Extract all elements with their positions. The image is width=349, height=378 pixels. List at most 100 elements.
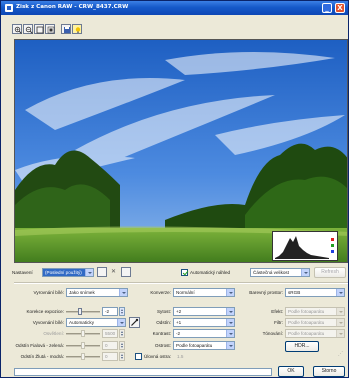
cancel-button[interactable]: Storno [313, 366, 345, 377]
white-point-value: Automaticky [69, 320, 95, 325]
blue-yellow-label: Odstín Žlutá - modrá: [20, 354, 64, 359]
exposure-slider[interactable] [66, 307, 100, 316]
fit-icon[interactable] [34, 24, 44, 34]
effect-select[interactable]: Podle fotoaparátu [285, 307, 345, 316]
chevron-down-icon [336, 289, 344, 296]
linear-sharpen-checkbox[interactable] [135, 353, 142, 360]
preview-image[interactable] [14, 39, 348, 263]
chevron-down-icon [226, 342, 234, 349]
actual-size-icon[interactable] [45, 24, 55, 34]
toning-label: Tónování: [262, 331, 283, 336]
filter-label: Filtr: [274, 320, 283, 325]
chevron-down-icon [226, 330, 234, 337]
chevron-down-icon [85, 269, 93, 276]
brightness-stepper[interactable] [119, 329, 125, 338]
effect-label: Efekt: [271, 309, 283, 314]
close-button[interactable]: X [335, 3, 345, 13]
zoom-in-icon[interactable] [12, 24, 22, 34]
slider-thumb[interactable] [81, 342, 85, 349]
divider [14, 282, 348, 284]
resize-grip-icon[interactable]: ⋰ [338, 351, 343, 357]
histogram [272, 231, 338, 261]
zoom-out-icon[interactable] [23, 24, 33, 34]
ok-button[interactable]: OK [278, 366, 304, 377]
sharpness-label: Ostrost: [154, 343, 171, 348]
effect-value: Podle fotoaparátu [288, 309, 325, 314]
save-preset-icon[interactable] [97, 267, 107, 277]
red-green-stepper[interactable] [119, 341, 125, 350]
chevron-down-icon [226, 289, 234, 296]
app-icon [5, 4, 13, 12]
white-point-select[interactable]: Automaticky [66, 318, 126, 327]
tone-label: Kontrast: [152, 331, 171, 336]
white-balance-select[interactable]: Jako snímek [66, 288, 128, 297]
saturation-value: +2 [176, 309, 182, 314]
red-green-label: Odstín Fialová - zelená: [15, 343, 64, 348]
exposure-field[interactable]: -2 [102, 307, 118, 316]
red-green-field[interactable]: 0 [102, 341, 118, 350]
color-space-select[interactable]: sRGB [285, 288, 345, 297]
toning-value: Podle fotoaparátu [288, 331, 325, 336]
brightness-label: Osvětlení: [43, 331, 64, 336]
color-space-label: Barevný prostor: [249, 290, 283, 295]
blue-yellow-stepper[interactable] [119, 352, 125, 361]
conversion-label: Konverze: [150, 290, 171, 295]
linear-sharpen-value: 1.5 [177, 354, 184, 359]
blue-yellow-slider[interactable] [66, 352, 100, 361]
slider-thumb[interactable] [81, 353, 85, 360]
red-green-slider[interactable] [66, 341, 100, 350]
preset-select[interactable]: (Poslední použitý) [42, 268, 94, 277]
chevron-down-icon [226, 308, 234, 315]
contrast-value: +1 [176, 320, 182, 325]
chevron-down-icon [336, 319, 344, 326]
light-icon[interactable] [72, 24, 82, 34]
contrast-select[interactable]: +1 [173, 318, 235, 327]
brightness-field[interactable]: 5500 [102, 329, 118, 338]
conversion-select[interactable]: Normální [173, 288, 235, 297]
preset-value: (Poslední použitý) [45, 270, 82, 275]
slider-thumb[interactable] [81, 330, 85, 337]
saturation-label: Sytost: [156, 309, 171, 314]
chevron-down-icon [117, 319, 125, 326]
minimize-button[interactable]: _ [322, 3, 332, 13]
tone-select[interactable]: -2 [173, 329, 235, 338]
save-icon[interactable] [61, 24, 71, 34]
preset-label: Nastavení [12, 270, 33, 275]
raw-import-window: Zisk z Canon RAW - CRW_8437.CRW _ X Nast… [0, 0, 349, 378]
toning-select[interactable]: Podle fotoaparátu [285, 329, 345, 338]
filter-select[interactable]: Podle fotoaparátu [285, 318, 345, 327]
exposure-stepper[interactable] [119, 307, 125, 316]
preview-size-value: Částečná velikost [253, 270, 290, 275]
delete-preset-icon[interactable]: ✕ [111, 268, 116, 275]
contrast-label: Odstín: [156, 320, 171, 325]
chevron-down-icon [336, 308, 344, 315]
tone-value: -2 [176, 331, 181, 336]
chevron-down-icon [226, 319, 234, 326]
filter-value: Podle fotoaparátu [288, 320, 325, 325]
chevron-down-icon [119, 289, 127, 296]
hdr-button[interactable]: HDR... [285, 341, 319, 352]
brightness-slider[interactable] [66, 329, 100, 338]
auto-preview-label: Automatický náhled [190, 270, 231, 275]
refresh-button[interactable]: Refresh [314, 267, 346, 278]
color-space-value: sRGB [288, 290, 301, 295]
saturation-select[interactable]: +2 [173, 307, 235, 316]
chevron-down-icon [336, 330, 344, 337]
linear-sharpen-label: Úlovná ostra: [144, 354, 172, 359]
blue-yellow-field[interactable]: 0 [102, 352, 118, 361]
load-preset-icon[interactable] [121, 267, 131, 277]
white-point-label: Vyvovnání bílé: [32, 320, 64, 325]
conversion-value: Normální [176, 290, 195, 295]
auto-preview-checkbox[interactable] [181, 269, 188, 276]
sharpness-select[interactable]: Podle fotoaparátu [173, 341, 235, 350]
white-balance-value: Jako snímek [69, 290, 95, 295]
sharpness-value: Podle fotoaparátu [176, 343, 213, 348]
exposure-label: Korekce expozice: [26, 309, 64, 314]
white-balance-label: Vyrovnání bílé: [33, 290, 64, 295]
chevron-down-icon [301, 269, 309, 276]
slider-thumb[interactable] [78, 308, 82, 315]
progress-bar [14, 368, 272, 376]
preview-size-select[interactable]: Částečná velikost [250, 268, 310, 277]
title-bar[interactable]: Zisk z Canon RAW - CRW_8437.CRW _ X [1, 1, 348, 15]
window-title: Zisk z Canon RAW - CRW_8437.CRW [16, 4, 129, 10]
